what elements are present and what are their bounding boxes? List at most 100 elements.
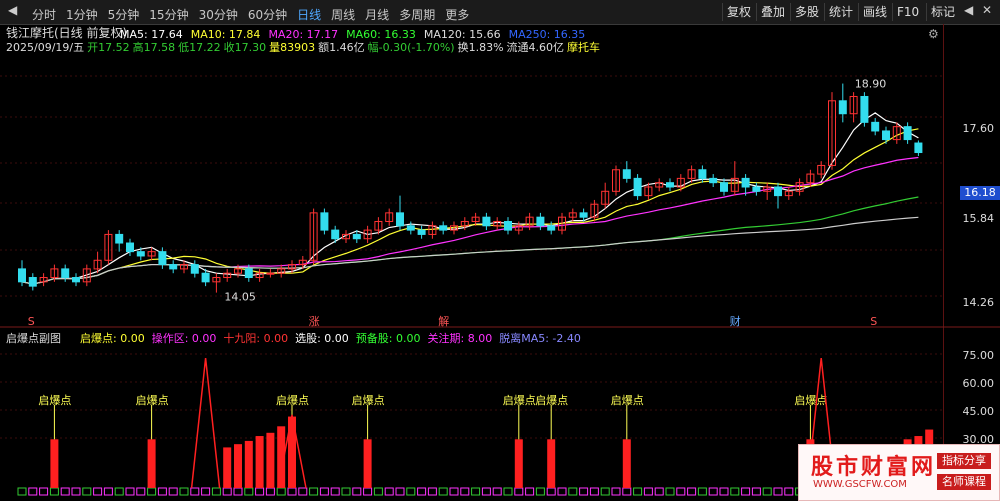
high-marker: 18.90 [855, 78, 887, 91]
status-cell [17, 487, 27, 496]
candle-body [331, 229, 340, 240]
status-cell [503, 487, 513, 496]
status-cell [352, 487, 362, 496]
status-cell [39, 487, 49, 496]
status-cell [406, 487, 416, 496]
status-cell [427, 487, 437, 496]
status-cell [179, 487, 189, 496]
candle-body [417, 229, 426, 235]
status-cell [687, 487, 697, 496]
status-cell [460, 487, 470, 496]
signal-label: 启爆点 [136, 393, 169, 407]
candle-body [28, 277, 37, 287]
signal-label: 启爆点 [503, 393, 536, 407]
candle-body [774, 186, 782, 197]
event-marker: 涨 [309, 315, 320, 328]
status-cell [265, 487, 275, 496]
status-cell [244, 487, 254, 496]
status-cell [60, 487, 70, 496]
status-cell [676, 487, 686, 496]
status-cell [222, 487, 232, 496]
status-cell [168, 487, 178, 496]
candle-body [201, 272, 210, 283]
watermark-url: WWW.GSCFW.COM [813, 479, 907, 490]
status-cell [622, 487, 632, 496]
watermark-tag-1: 指标分享 [937, 453, 991, 469]
status-cell [103, 487, 113, 496]
status-cell [600, 487, 610, 496]
status-cell [568, 487, 578, 496]
candle-body [547, 225, 556, 231]
status-cell [147, 487, 157, 496]
status-cell [471, 487, 481, 496]
status-cell [125, 487, 135, 496]
status-cell [633, 487, 643, 496]
signal-label: 启爆点 [611, 393, 644, 407]
status-cell [330, 487, 340, 496]
status-cell [449, 487, 459, 496]
status-cell [93, 487, 103, 496]
candle-body [115, 233, 124, 244]
signal-bar [234, 444, 242, 488]
candle-body [698, 169, 707, 179]
status-cell [287, 487, 297, 496]
candle-body [18, 268, 26, 283]
candle-body [622, 169, 631, 179]
candle-body [320, 212, 329, 231]
status-cell [557, 487, 567, 496]
status-cell [71, 487, 81, 496]
status-cell [190, 487, 200, 496]
status-cell [28, 487, 38, 496]
status-cell [654, 487, 664, 496]
candle-body [136, 251, 145, 257]
candle-body [439, 225, 448, 231]
candle-body [266, 272, 275, 275]
candle-body [536, 216, 545, 227]
status-cell [395, 487, 405, 496]
event-marker: 财 [730, 314, 741, 328]
signal-bar [622, 439, 631, 488]
status-cell [762, 487, 772, 496]
status-cell [201, 487, 211, 496]
status-cell [384, 487, 394, 496]
status-cell [784, 487, 794, 496]
status-cell [697, 487, 707, 496]
candle-body [190, 264, 199, 274]
signal-label: 启爆点 [276, 393, 309, 407]
status-cell [708, 487, 718, 496]
candle-body [126, 242, 134, 253]
watermark-tag-2: 名师课程 [937, 474, 991, 490]
signal-bar [266, 432, 275, 488]
candle-body [720, 182, 728, 192]
signal-spike [190, 358, 221, 489]
signal-label: 启爆点 [535, 393, 568, 407]
candle-body [838, 100, 847, 115]
candle-body [709, 177, 718, 184]
status-cell [417, 487, 427, 496]
candle-body [633, 177, 642, 197]
ma5-line [21, 112, 919, 285]
status-cell [611, 487, 621, 496]
candle-body [169, 264, 178, 270]
candle-body [752, 186, 761, 192]
candle-body [158, 251, 167, 266]
candle-body [72, 277, 80, 283]
watermark: 股市财富网 WWW.GSCFW.COM 指标分享 名师课程 [798, 444, 1000, 501]
status-cell [492, 487, 502, 496]
status-cell [211, 487, 221, 496]
status-cell [481, 487, 491, 496]
kline-chart: 18.9014.05S 涨解财 S启爆点 启爆点 启爆点 启爆点 启爆点 启爆点 启爆点 启爆点 [0, 75, 1000, 496]
status-cell [514, 487, 524, 496]
candle-body [903, 126, 912, 141]
signal-bar [147, 439, 156, 488]
candle-body [504, 220, 512, 231]
signal-bar [244, 440, 253, 488]
status-cell [341, 487, 351, 496]
status-cell [741, 487, 751, 496]
watermark-name: 股市财富网 [811, 455, 937, 480]
status-cell [309, 487, 319, 496]
event-marker: S [28, 315, 35, 328]
candle-body [352, 233, 361, 240]
signal-bar [514, 439, 523, 488]
status-cell [773, 487, 783, 496]
